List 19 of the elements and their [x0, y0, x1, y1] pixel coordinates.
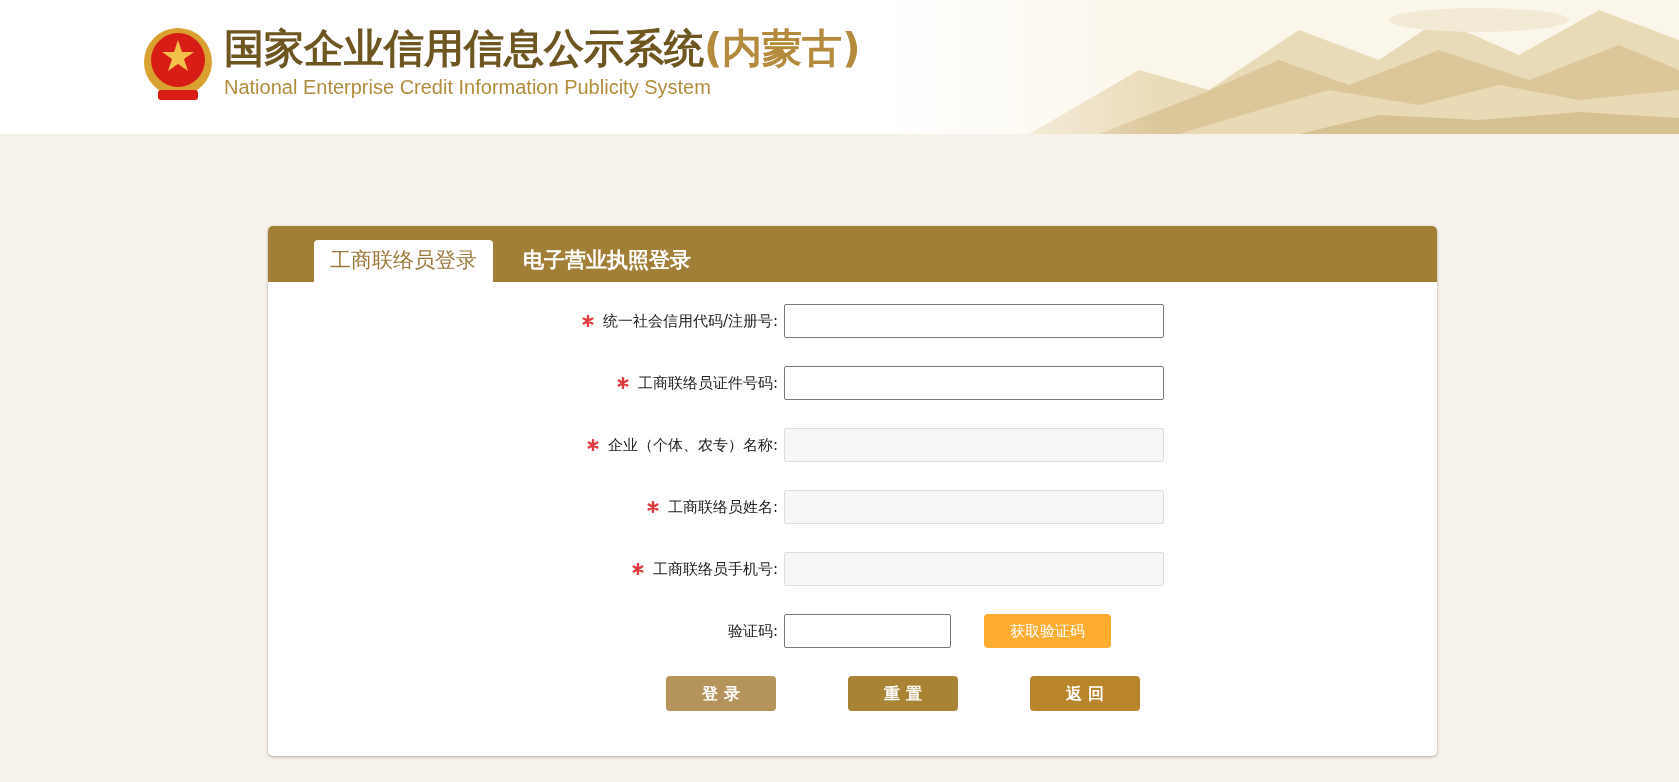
- action-button[interactable]: 登 录: [666, 676, 776, 711]
- input-field[interactable]: [784, 366, 1164, 400]
- action-button[interactable]: 重 置: [848, 676, 958, 711]
- field-label: 验证码:: [727, 621, 778, 640]
- emblem-icon: [142, 26, 214, 102]
- field-label: 工商联络员证件号码:: [637, 373, 778, 392]
- field-label: 工商联络员手机号:: [652, 559, 778, 578]
- site-subtitle: National Enterprise Credit Information Publicity System: [224, 75, 712, 100]
- get-code-button[interactable]: 获取验证码: [984, 614, 1111, 648]
- region-label: (内蒙古): [704, 26, 861, 70]
- tab[interactable]: 工商联络员登录: [314, 240, 493, 282]
- action-button[interactable]: 返 回: [1030, 676, 1140, 711]
- tab[interactable]: 电子营业执照登录: [507, 240, 707, 282]
- site-title: 国家企业信用信息公示系统: [224, 26, 704, 70]
- field-label: 统一社会信用代码/注册号:: [602, 311, 778, 330]
- field-label: 工商联络员姓名:: [667, 497, 778, 516]
- input-field[interactable]: [784, 304, 1164, 338]
- captcha-field[interactable]: [784, 614, 951, 648]
- field-label: 企业（个体、农专）名称:: [607, 435, 778, 454]
